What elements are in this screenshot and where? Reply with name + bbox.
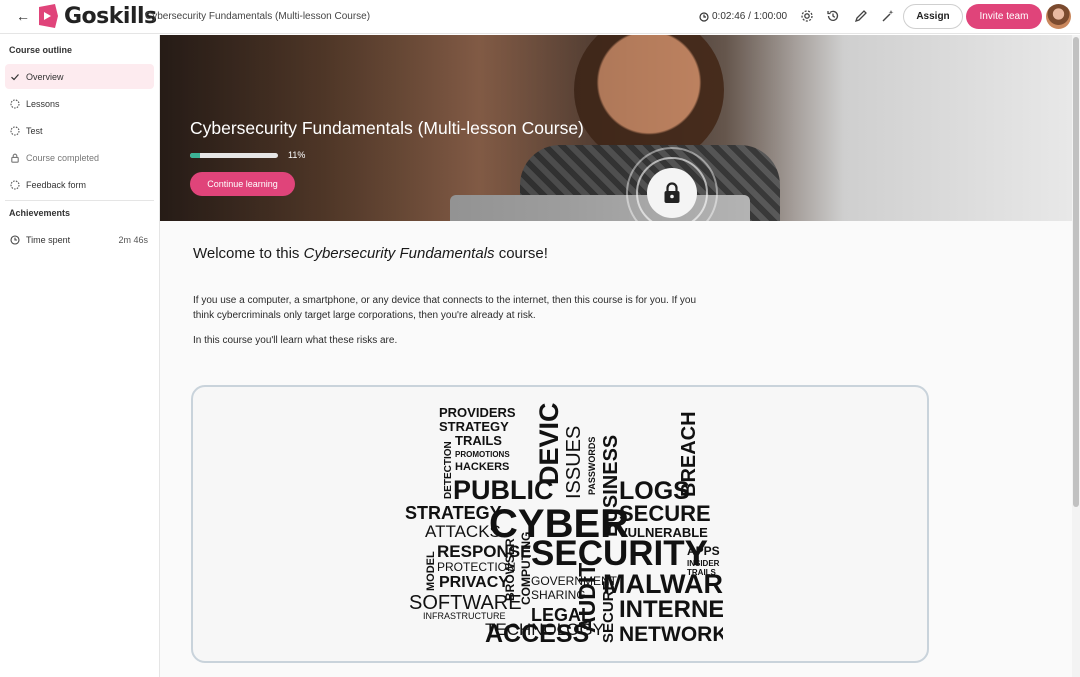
history-icon[interactable] [826,9,840,23]
word-cloud-card: PROVIDERS STRATEGY TRAILS PROMOTIONS HAC… [191,385,929,663]
sidebar-divider [5,200,154,201]
course-hero-banner: Cybersecurity Fundamentals (Multi-lesson… [160,35,1072,221]
dashed-circle-icon [10,98,20,109]
padlock-icon [664,182,680,203]
cybersecurity-word-cloud: PROVIDERS STRATEGY TRAILS PROMOTIONS HAC… [405,401,723,646]
continue-learning-button[interactable]: Continue learning [190,172,295,196]
goskills-logo-icon [39,4,58,28]
word-access-wrap: ACCESS [485,620,589,646]
sidebar-item-label: Lessons [26,98,60,109]
back-arrow-icon[interactable]: ← [16,9,30,23]
course-title: Cybersecurity Fundamentals (Multi-lesson… [145,11,371,22]
clock-icon [10,234,20,245]
sidebar-item-course-completed[interactable]: Course completed [5,145,154,170]
course-timer: 0:02:46 / 1:00:00 [699,11,787,22]
sidebar-item-feedback-form[interactable]: Feedback form [5,172,154,197]
sidebar-item-label: Course completed [26,152,100,163]
word-apps: APPS [687,544,720,558]
progress-percent: 11% [288,150,306,160]
word-device: DEVICE [534,401,564,485]
word-privacy: PRIVACY [439,574,509,591]
assign-button[interactable]: Assign [903,4,963,29]
check-icon [11,73,19,80]
timer-text: 0:02:46 / 1:00:00 [712,11,788,22]
word-hackers: HACKERS [455,461,509,473]
sidebar-item-lessons[interactable]: Lessons [5,91,154,116]
intro-paragraph: If you use a computer, a smartphone, or … [193,295,697,321]
pencil-icon[interactable] [854,9,868,23]
risks-paragraph: In this course you'll learn what these r… [193,335,398,346]
word-trails: TRAILS [455,433,502,448]
logo-text: Goskills [64,3,157,29]
time-spent-value: 2m 46s [118,234,148,245]
word-breach: BREACH [678,411,700,497]
user-avatar[interactable] [1046,4,1071,29]
word-security: SECURITY [531,534,708,573]
padlock-badge [647,168,697,218]
goskills-logo[interactable]: Goskills [36,3,157,29]
achievements-heading: Achievements [9,208,71,218]
welcome-prefix: Welcome to this [193,245,304,262]
sidebar-item-time-spent: Time spent 2m 46s [5,227,154,252]
page-scrollbar-thumb[interactable] [1073,37,1079,507]
word-network: NETWORK [619,623,723,646]
dashed-circle-icon [10,179,20,190]
word-secure: SECURE [619,501,711,526]
word-providers: PROVIDERS [439,405,516,420]
top-bar: ← Goskills Cybersecurity Fundamentals (M… [0,0,1080,34]
sidebar-item-label: Feedback form [26,179,87,190]
progress-fill [190,153,200,158]
word-promotions: PROMOTIONS [455,450,510,459]
welcome-course-name: Cybersecurity Fundamentals [303,245,495,262]
dashed-circle-icon [10,125,20,136]
hero-course-title: Cybersecurity Fundamentals (Multi-lesson… [190,118,584,138]
course-outline-sidebar: Course outline Overview Lessons Test Cou… [0,35,160,677]
word-internet: INTERNET [619,596,723,623]
word-passwords: PASSWORDS [587,437,597,495]
course-progress-bar [190,153,278,158]
word-access: ACCESS [485,620,589,646]
lock-icon [11,153,19,163]
sidebar-item-overview[interactable]: Overview [5,64,154,89]
word-insider: INSIDER [687,559,720,568]
word-model: MODEL [425,551,437,591]
invite-team-button[interactable]: Invite team [966,4,1042,29]
welcome-suffix: course! [494,245,548,262]
sidebar-item-test[interactable]: Test [5,118,154,143]
sidebar-item-label: Test [26,125,43,136]
word-issues: ISSUES [563,426,585,499]
magic-wand-icon[interactable] [881,9,895,23]
course-outline-heading: Course outline [9,45,73,55]
welcome-heading: Welcome to this Cybersecurity Fundamenta… [193,245,548,262]
word-strategy: STRATEGY [439,419,509,434]
word-response: RESPONSE [437,542,531,561]
course-overview-content: Welcome to this Cybersecurity Fundamenta… [160,221,1072,677]
sidebar-item-label: Overview [26,71,64,82]
time-spent-label: Time spent [26,234,71,245]
word-strategy-2: STRATEGY [405,503,502,523]
settings-gear-icon[interactable] [800,9,814,23]
clock-icon [699,11,709,22]
word-malware: MALWARE [603,569,723,599]
